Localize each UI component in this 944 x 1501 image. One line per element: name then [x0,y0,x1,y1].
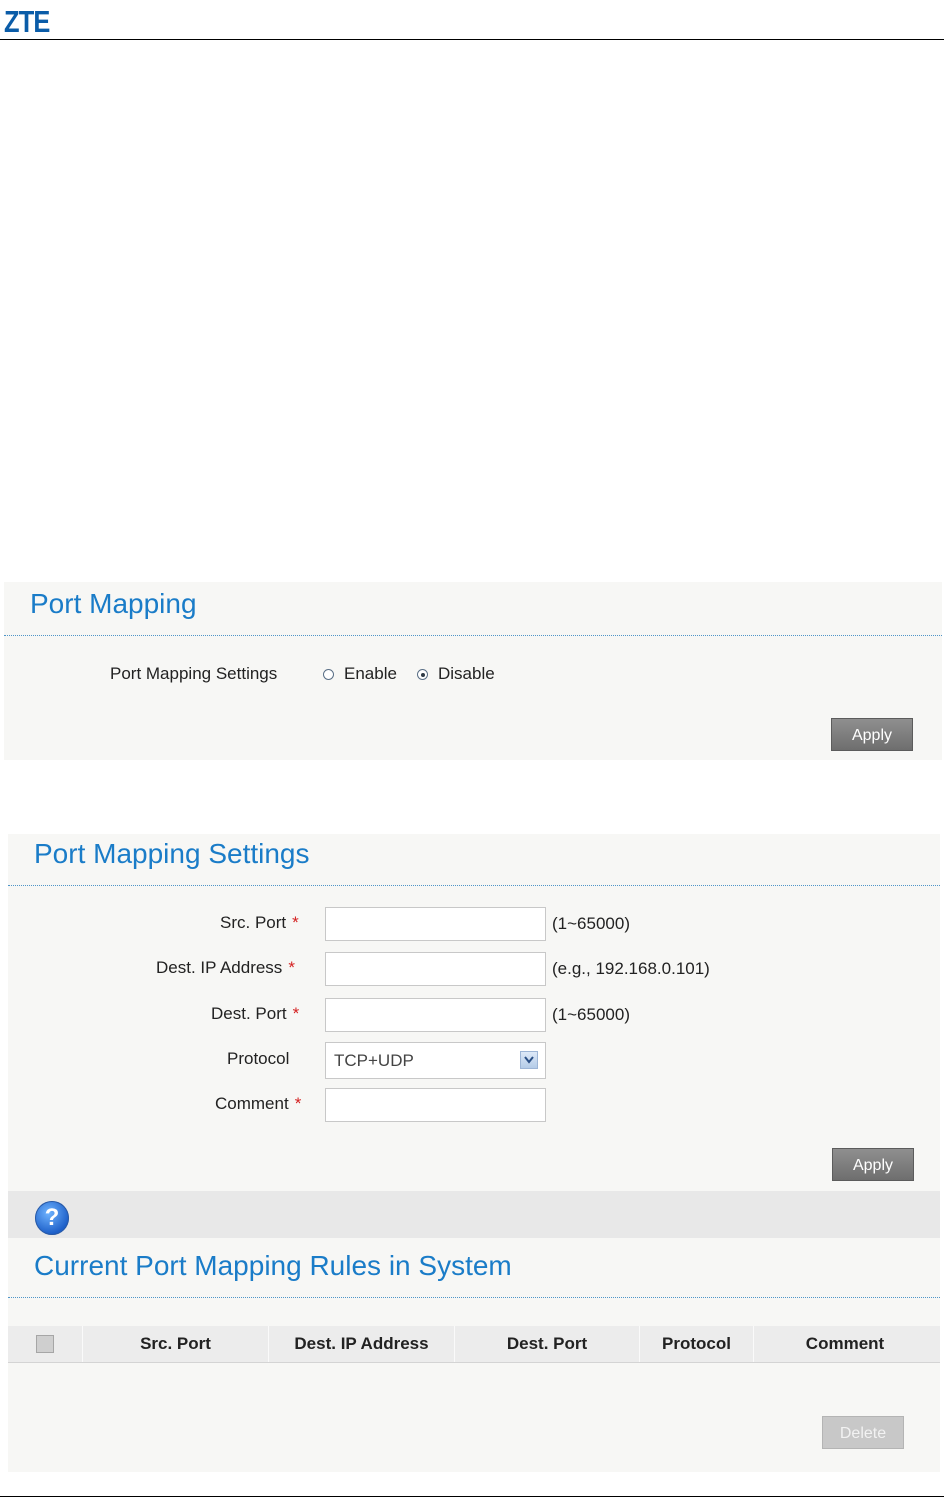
required-mark: * [292,913,299,932]
protocol-select[interactable]: TCP+UDP [325,1042,546,1079]
chevron-down-icon[interactable] [520,1051,538,1069]
required-mark: * [292,1004,300,1023]
src-port-label: Src. Port * [220,913,299,933]
enable-radio[interactable] [323,669,334,680]
select-all-checkbox[interactable] [36,1335,54,1353]
protocol-select-value: TCP+UDP [334,1051,414,1070]
dest-port-label: Dest. Port * [211,1004,299,1024]
src-port-label-text: Src. Port [220,913,287,932]
rules-title: Current Port Mapping Rules in System [34,1250,512,1281]
port-mapping-apply-button[interactable]: Apply [831,718,913,751]
rules-title-divider [8,1297,940,1298]
settings-apply-button[interactable]: Apply [832,1148,914,1181]
port-mapping-settings-panel: Port Mapping Settings Src. Port * (1~6500… [8,834,940,1472]
column-protocol: Protocol [662,1334,731,1353]
src-port-input[interactable] [325,907,546,941]
dest-port-input[interactable] [325,998,546,1032]
enable-radio-label[interactable]: Enable [344,664,397,684]
disable-radio-label[interactable]: Disable [438,664,495,684]
dest-ip-label: Dest. IP Address * [156,958,295,978]
help-bar: ? [8,1191,940,1238]
port-mapping-title: Port Mapping [30,588,197,619]
column-dest-port: Dest. Port [506,1334,588,1353]
settings-title-divider [8,885,940,886]
dest-ip-input[interactable] [325,952,546,986]
port-mapping-panel: Port Mapping Port Mapping Settings Enabl… [4,582,942,760]
footer-divider [0,1496,944,1497]
delete-button[interactable]: Delete [822,1416,904,1449]
disable-radio[interactable] [417,669,428,680]
radio-selected-dot [420,672,425,677]
help-icon[interactable]: ? [35,1201,69,1235]
src-port-hint: (1~65000) [552,914,630,933]
settings-title: Port Mapping Settings [34,838,310,869]
dest-ip-hint: (e.g., 192.168.0.101) [552,959,710,978]
column-src-port: Src. Port [140,1334,211,1353]
protocol-label: Protocol [227,1049,290,1068]
header-divider [0,39,944,40]
zte-logo: ZTE [4,4,50,39]
dest-port-label-text: Dest. Port [211,1004,287,1023]
dest-ip-label-text: Dest. IP Address [156,958,283,977]
column-dest-ip: Dest. IP Address [294,1334,429,1353]
comment-label-text: Comment [215,1094,289,1113]
port-mapping-settings-label: Port Mapping Settings [110,664,278,683]
title-divider [4,635,942,636]
required-mark: * [294,1094,302,1113]
dest-port-hint: (1~65000) [552,1005,630,1024]
rules-table-header: Src. Port Dest. IP Address Dest. Port Pr… [8,1326,940,1363]
required-mark: * [288,958,295,977]
column-comment: Comment [805,1334,885,1353]
comment-label: Comment * [215,1094,301,1114]
comment-input[interactable] [325,1088,546,1122]
